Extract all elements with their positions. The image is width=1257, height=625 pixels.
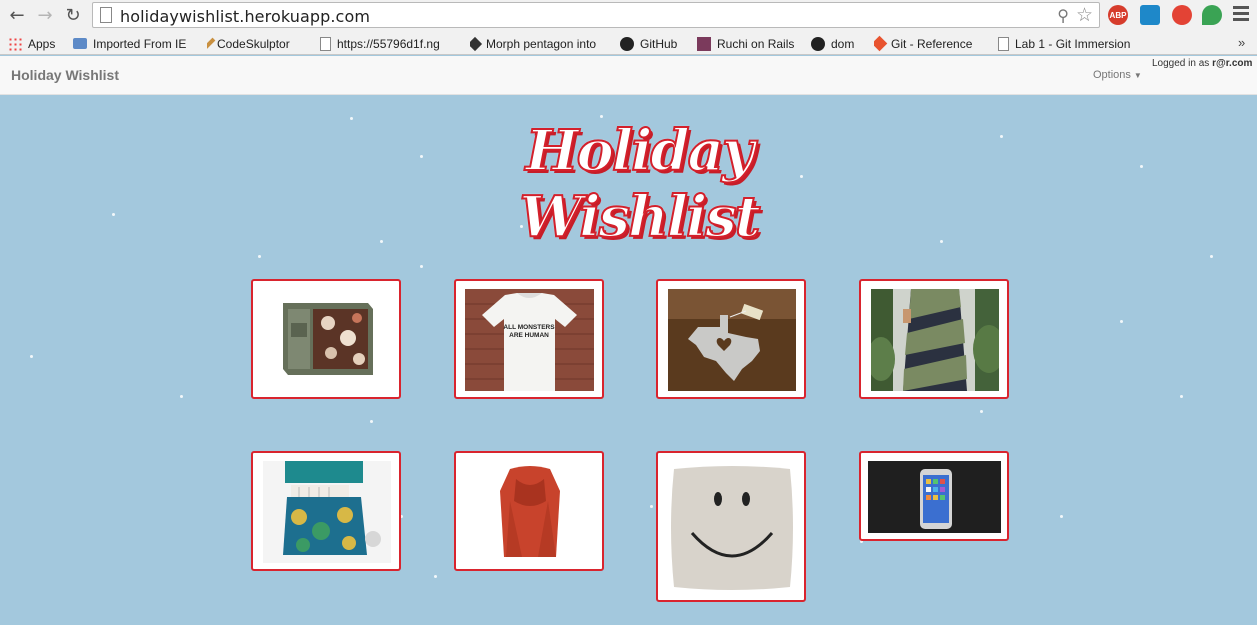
- bookmark-label: https://55796d1f.ng: [337, 36, 440, 51]
- snowflake: [112, 213, 115, 216]
- bookmark-git-reference[interactable]: Git - Reference: [874, 35, 984, 52]
- logged-in-user: r@r.com: [1212, 58, 1253, 69]
- back-icon[interactable]: ←: [6, 4, 28, 26]
- bookmark-ruchi[interactable]: Ruchi on Rails: [697, 35, 799, 52]
- wishlist-item-smiley-pillow[interactable]: [656, 451, 806, 602]
- adblock-icon[interactable]: ABP: [1108, 5, 1128, 25]
- snowflake: [420, 265, 423, 268]
- extension-green-icon[interactable]: [1202, 5, 1222, 25]
- navbar-brand[interactable]: Holiday Wishlist: [11, 67, 119, 83]
- bookmark-imported[interactable]: Imported From IE: [73, 35, 195, 52]
- snowflake: [420, 155, 423, 158]
- folder-icon: [73, 38, 87, 49]
- url-text[interactable]: holidaywishlist.herokuapp.com: [120, 7, 370, 26]
- codepen-icon: [470, 36, 483, 51]
- tool-icon: [207, 37, 216, 50]
- snowflake: [940, 240, 943, 243]
- forward-icon[interactable]: →: [34, 4, 56, 26]
- bookmark-codeskulptor[interactable]: CodeSkulptor: [207, 35, 307, 52]
- wishlist-item-tote-bag[interactable]: [251, 451, 401, 571]
- snowflake: [1210, 255, 1213, 258]
- bookmark-label: Morph pentagon into: [486, 36, 597, 51]
- ruchi-icon: [697, 36, 711, 51]
- bookmark-dom[interactable]: dom: [811, 35, 861, 52]
- browser-toolbar: ← → ↻ holidaywishlist.herokuapp.com ⚲ ☆ …: [0, 0, 1257, 31]
- github-icon: [620, 36, 634, 51]
- extension-red-icon[interactable]: [1172, 5, 1192, 25]
- wishlist-item-scarf[interactable]: [454, 451, 604, 571]
- tshirt-print-line2: ARE HUMAN: [509, 332, 549, 339]
- browser-menu-icon[interactable]: [1233, 6, 1249, 24]
- shelf-image: [273, 293, 381, 387]
- extension-puzzle-icon[interactable]: [1140, 5, 1160, 25]
- wishlist-item-tshirt[interactable]: ALL MONSTERS ARE HUMAN: [454, 279, 604, 399]
- snowflake: [350, 117, 353, 120]
- adblock-label: ABP: [1109, 10, 1127, 20]
- reload-icon[interactable]: ↻: [62, 4, 84, 26]
- bookmark-apps[interactable]: Apps: [8, 35, 60, 52]
- search-icon[interactable]: ⚲: [1057, 6, 1069, 25]
- page-icon: [320, 36, 331, 51]
- bookmark-label: Imported From IE: [93, 36, 187, 51]
- snowflake: [180, 395, 183, 398]
- bookmarks-bar: Apps Imported From IE CodeSkulptor https…: [0, 31, 1257, 55]
- snowflake: [650, 505, 653, 508]
- site-navbar: Holiday Wishlist Logged in as r@r.com Op…: [0, 56, 1257, 95]
- snowflake: [1000, 135, 1003, 138]
- address-bar[interactable]: holidaywishlist.herokuapp.com ⚲ ☆: [92, 2, 1100, 28]
- page-icon: [998, 36, 1009, 51]
- smiley-pillow-image: [668, 461, 796, 594]
- bookmark-github[interactable]: GitHub: [620, 35, 685, 52]
- snowflake: [434, 575, 437, 578]
- bookmark-lab1[interactable]: Lab 1 - Git Immersion: [998, 35, 1130, 52]
- snowflake: [1120, 320, 1123, 323]
- bookmark-label: Apps: [28, 36, 56, 51]
- texas-ornament-image: [668, 289, 796, 391]
- git-icon: [874, 35, 888, 52]
- options-label: Options: [1093, 69, 1131, 81]
- bookmark-label: Ruchi on Rails: [717, 36, 795, 51]
- bookmark-label: Lab 1 - Git Immersion: [1015, 36, 1130, 51]
- snowflake: [1180, 395, 1183, 398]
- snowflake: [30, 355, 33, 358]
- bookmark-morph-pentagon[interactable]: Morph pentagon into: [470, 35, 604, 52]
- bookmark-label: Git - Reference: [891, 36, 973, 51]
- options-dropdown[interactable]: Options ▼: [1093, 69, 1142, 81]
- tshirt-image: ALL MONSTERS ARE HUMAN: [465, 289, 594, 391]
- bookmark-ng-link[interactable]: https://55796d1f.ng: [320, 35, 455, 52]
- wishlist-item-texas-ornament[interactable]: [656, 279, 806, 399]
- github-icon: [811, 36, 825, 51]
- wishlist-item-dress[interactable]: [859, 279, 1009, 399]
- snowflake: [1140, 165, 1143, 168]
- page-title: Holiday Wishlist: [518, 117, 761, 251]
- tshirt-print-line1: ALL MONSTERS: [503, 324, 555, 331]
- bookmark-star-icon[interactable]: ☆: [1076, 4, 1093, 26]
- tote-bag-image: [263, 461, 391, 563]
- iphone-image: [868, 461, 1001, 533]
- wishlist-item-iphone[interactable]: [859, 451, 1009, 541]
- bookmark-label: GitHub: [640, 36, 678, 51]
- wishlist-item-shelf[interactable]: [251, 279, 401, 399]
- caret-down-icon: ▼: [1133, 71, 1142, 80]
- snowflake: [258, 255, 261, 258]
- snowflake: [380, 240, 383, 243]
- bookmark-label: dom: [831, 36, 855, 51]
- snowflake: [980, 410, 983, 413]
- dress-image: [871, 289, 999, 391]
- snowflake: [370, 420, 373, 423]
- more-bookmarks-icon[interactable]: »: [1238, 35, 1245, 50]
- snowflake: [1060, 515, 1063, 518]
- page-icon: [100, 7, 112, 23]
- bookmark-label: CodeSkulptor: [217, 36, 290, 51]
- logged-in-status: Logged in as r@r.com: [1152, 58, 1252, 69]
- apps-grid-icon: [8, 36, 22, 51]
- logged-in-prefix: Logged in as: [1152, 58, 1213, 69]
- scarf-image: [476, 461, 584, 563]
